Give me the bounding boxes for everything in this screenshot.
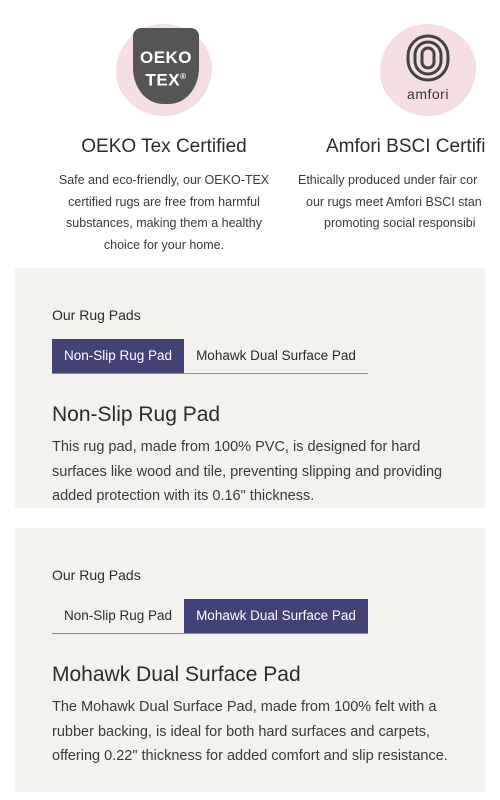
panel-heading: Mohawk Dual Surface Pad bbox=[52, 663, 301, 686]
cert-description: Ethically produced under fair cor our ru… bbox=[298, 170, 500, 235]
cert-title: Amfori BSCI Certifi bbox=[326, 136, 486, 157]
tab-mohawk-dual-surface-pad[interactable]: Mohawk Dual Surface Pad bbox=[184, 339, 368, 373]
cert-description-line: our rugs meet Amfori BSCI stan bbox=[306, 194, 482, 209]
panel-label: Our Rug Pads bbox=[52, 567, 141, 583]
cert-description-line: promoting social responsibi bbox=[324, 216, 476, 230]
cert-title: OEKO Tex Certified bbox=[81, 136, 247, 157]
registered-mark: ® bbox=[180, 72, 187, 81]
amfori-wordmark: amfori bbox=[407, 86, 449, 102]
oeko-tex-logo: OEKO TEX® bbox=[116, 24, 212, 120]
panel-description: This rug pad, made from 100% PVC, is des… bbox=[52, 439, 443, 504]
tab-mohawk-dual-surface-pad[interactable]: Mohawk Dual Surface Pad bbox=[184, 599, 368, 633]
cert-amfori-bsci: amfori Amfori BSCI Certifi Ethically pro… bbox=[298, 0, 500, 235]
tab-non-slip-rug-pad[interactable]: Non-Slip Rug Pad bbox=[52, 599, 184, 633]
amfori-logo: amfori bbox=[380, 24, 476, 120]
panel-label: Our Rug Pads bbox=[52, 307, 141, 323]
panel-description: The Mohawk Dual Surface Pad, made from 1… bbox=[52, 699, 448, 764]
amfori-spiral-icon bbox=[406, 34, 450, 82]
cert-description-line: Ethically produced under fair cor bbox=[298, 173, 478, 187]
oeko-logo-text: OEKO bbox=[139, 48, 193, 67]
panel-heading: Non-Slip Rug Pad bbox=[52, 403, 221, 426]
rug-pad-tabs: Non-Slip Rug Pad Mohawk Dual Surface Pad bbox=[52, 339, 368, 374]
rug-pads-panel: Our Rug Pads Non-Slip Rug Pad Mohawk Dua… bbox=[15, 268, 485, 508]
certifications-section: OEKO TEX® OEKO Tex Certified Safe and ec… bbox=[0, 0, 500, 262]
tab-non-slip-rug-pad[interactable]: Non-Slip Rug Pad bbox=[52, 339, 185, 373]
tex-logo-text: TEX bbox=[145, 70, 181, 90]
cert-oeko-tex: OEKO TEX® OEKO Tex Certified Safe and ec… bbox=[14, 0, 314, 256]
oeko-tex-shield-icon: OEKO TEX® bbox=[133, 28, 199, 104]
rug-pad-tabs: Non-Slip Rug Pad Mohawk Dual Surface Pad bbox=[52, 599, 368, 634]
rug-pads-panel: Our Rug Pads Non-Slip Rug Pad Mohawk Dua… bbox=[15, 528, 485, 792]
cert-description: Safe and eco-friendly, our OEKO-TEX cert… bbox=[58, 173, 270, 252]
